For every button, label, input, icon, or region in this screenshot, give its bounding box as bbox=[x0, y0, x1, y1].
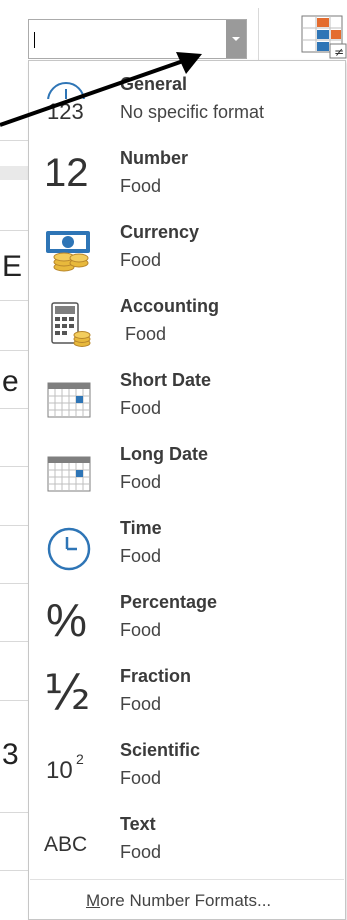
footer-divider bbox=[30, 879, 344, 880]
conditional-formatting-icon[interactable]: ≠ bbox=[300, 14, 347, 60]
ribbon-group-separator bbox=[258, 8, 259, 68]
clock-icon bbox=[42, 521, 96, 575]
column-header-strip bbox=[0, 166, 28, 180]
format-item-text[interactable]: ABC Text Food bbox=[30, 807, 344, 881]
scientific-icon: 10 2 bbox=[42, 743, 96, 797]
more-number-formats-label: ore Number Formats... bbox=[100, 891, 272, 910]
grid-line bbox=[0, 408, 28, 409]
clock-123-icon: 123 bbox=[42, 77, 96, 131]
grid-line bbox=[0, 300, 28, 301]
abc-glyph: ABC bbox=[44, 833, 88, 856]
number-format-dropdown: 123 General No specific format 12 Number… bbox=[28, 60, 346, 920]
access-key-letter: M bbox=[86, 891, 101, 910]
percent-icon: % bbox=[42, 594, 96, 649]
calendar-short-icon bbox=[42, 373, 96, 427]
format-name: Percentage bbox=[120, 592, 218, 612]
scientific-exponent: 2 bbox=[76, 751, 84, 767]
format-name: Short Date bbox=[120, 370, 212, 390]
format-sample: Food bbox=[120, 842, 162, 862]
currency-icon bbox=[42, 225, 96, 279]
format-sample: Food bbox=[120, 398, 162, 418]
format-name: Scientific bbox=[120, 740, 201, 760]
grid-line bbox=[0, 870, 28, 871]
format-item-currency[interactable]: Currency Food bbox=[30, 215, 344, 289]
format-name: Accounting bbox=[120, 296, 219, 316]
grid-line bbox=[0, 140, 28, 141]
format-item-time[interactable]: Time Food bbox=[30, 511, 344, 585]
dropdown-arrow-button[interactable] bbox=[226, 20, 246, 58]
format-item-percentage[interactable]: % Percentage Food bbox=[30, 585, 344, 659]
number-icon-digits: 12 bbox=[44, 151, 89, 195]
format-item-scientific[interactable]: 10 2 Scientific Food bbox=[30, 733, 344, 807]
format-sample: Food bbox=[120, 472, 162, 492]
grid-line bbox=[0, 350, 28, 351]
format-name: Currency bbox=[120, 222, 200, 242]
format-sample: Food bbox=[120, 546, 162, 566]
grid-line bbox=[0, 466, 28, 467]
format-name: Number bbox=[120, 148, 189, 168]
format-sample: Food bbox=[120, 694, 162, 714]
format-item-long-date[interactable]: Long Date Food bbox=[30, 437, 344, 511]
fraction-glyph: ½ bbox=[44, 665, 91, 721]
abc-icon: ABC bbox=[42, 817, 96, 871]
format-name: Long Date bbox=[120, 444, 208, 464]
accounting-icon bbox=[42, 299, 96, 353]
format-item-general[interactable]: 123 General No specific format bbox=[30, 67, 344, 141]
fraction-icon: ½ bbox=[42, 665, 96, 723]
format-name: Time bbox=[120, 518, 162, 538]
format-name: Text bbox=[120, 814, 156, 834]
text-cursor bbox=[34, 32, 35, 48]
format-item-accounting[interactable]: Accounting Food bbox=[30, 289, 344, 363]
format-item-fraction[interactable]: ½ Fraction Food bbox=[30, 659, 344, 733]
scientific-base: 10 bbox=[46, 757, 73, 784]
format-item-number[interactable]: 12 Number Food bbox=[30, 141, 344, 215]
format-item-short-date[interactable]: Short Date Food bbox=[30, 363, 344, 437]
svg-text:≠: ≠ bbox=[334, 45, 344, 59]
format-sample: Food bbox=[120, 250, 162, 270]
format-name: Fraction bbox=[120, 666, 192, 686]
cell-text-fragment: e bbox=[2, 365, 19, 398]
format-sample: Food bbox=[120, 324, 167, 344]
grid-line bbox=[0, 641, 28, 642]
format-sample: No specific format bbox=[120, 102, 265, 122]
calendar-long-icon bbox=[42, 447, 96, 501]
grid-line bbox=[0, 525, 28, 526]
format-sample: Food bbox=[120, 176, 162, 196]
grid-line bbox=[0, 230, 28, 231]
format-sample: Food bbox=[120, 620, 162, 640]
grid-line bbox=[0, 812, 28, 813]
grid-line bbox=[0, 700, 28, 701]
excel-window: E e 3 ≠ 123 General No specific format 1… bbox=[0, 0, 347, 920]
format-sample: Food bbox=[120, 768, 162, 788]
number-12-icon: 12 bbox=[42, 151, 96, 205]
worksheet-background: E e 3 bbox=[0, 0, 30, 920]
number-format-combo[interactable] bbox=[28, 19, 247, 59]
more-number-formats-link[interactable]: More Number Formats... bbox=[86, 891, 271, 911]
cell-text-fragment: E bbox=[2, 250, 23, 283]
general-icon-digits: 123 bbox=[46, 99, 85, 125]
cell-text-fragment: 3 bbox=[2, 738, 19, 771]
grid-line bbox=[0, 583, 28, 584]
percent-glyph: % bbox=[46, 594, 87, 646]
format-name: General bbox=[120, 74, 188, 94]
